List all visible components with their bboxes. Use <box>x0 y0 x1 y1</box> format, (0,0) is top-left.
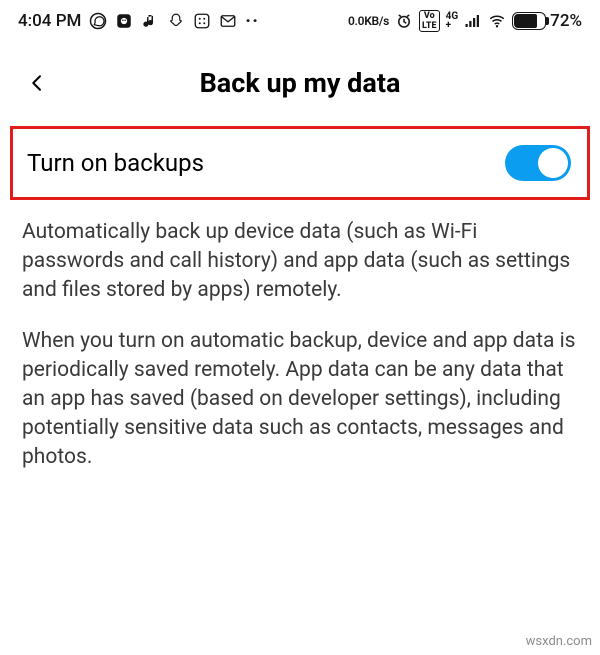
snapchat-icon <box>167 12 185 30</box>
wifi-icon <box>488 12 506 30</box>
page-header: Back up my data <box>0 38 600 112</box>
alarm-icon <box>395 12 413 30</box>
app-square-icon <box>115 12 133 30</box>
network-4g-icon: 4G + <box>446 12 459 30</box>
net-speed-text: 0.0KB/s <box>348 14 389 28</box>
description-paragraph-1: Automatically back up device data (such … <box>22 218 578 305</box>
status-right: 0.0KB/s VoLTE 4G + 72% <box>348 10 582 32</box>
grid-app-icon <box>193 12 211 30</box>
clock-text: 4:04 PM <box>18 11 81 31</box>
turn-on-backups-label: Turn on backups <box>27 149 204 177</box>
battery-icon <box>512 12 546 30</box>
volte-icon: VoLTE <box>419 10 440 32</box>
description-paragraph-2: When you turn on automatic backup, devic… <box>22 327 578 472</box>
backup-description: Automatically back up device data (such … <box>0 200 600 472</box>
battery-percent-text: 72% <box>550 11 582 31</box>
settings-screen: 4:04 PM ·· 0.0KB/s <box>0 0 600 655</box>
whatsapp-icon <box>89 12 107 30</box>
gmail-icon <box>219 12 237 30</box>
status-bar: 4:04 PM ·· 0.0KB/s <box>0 0 600 38</box>
music-note-icon <box>141 12 159 30</box>
page-title: Back up my data <box>54 67 580 99</box>
battery-indicator: 72% <box>512 11 582 31</box>
watermark-text: wsxdn.com <box>526 634 592 649</box>
more-notif-icon: ·· <box>245 11 259 31</box>
turn-on-backups-toggle[interactable] <box>505 145 571 181</box>
chevron-left-icon <box>28 69 46 97</box>
back-button[interactable] <box>20 66 54 100</box>
signal-bars-icon <box>464 12 482 30</box>
toggle-knob <box>538 148 568 178</box>
turn-on-backups-row[interactable]: Turn on backups <box>10 126 590 200</box>
status-left: 4:04 PM ·· <box>18 11 259 31</box>
